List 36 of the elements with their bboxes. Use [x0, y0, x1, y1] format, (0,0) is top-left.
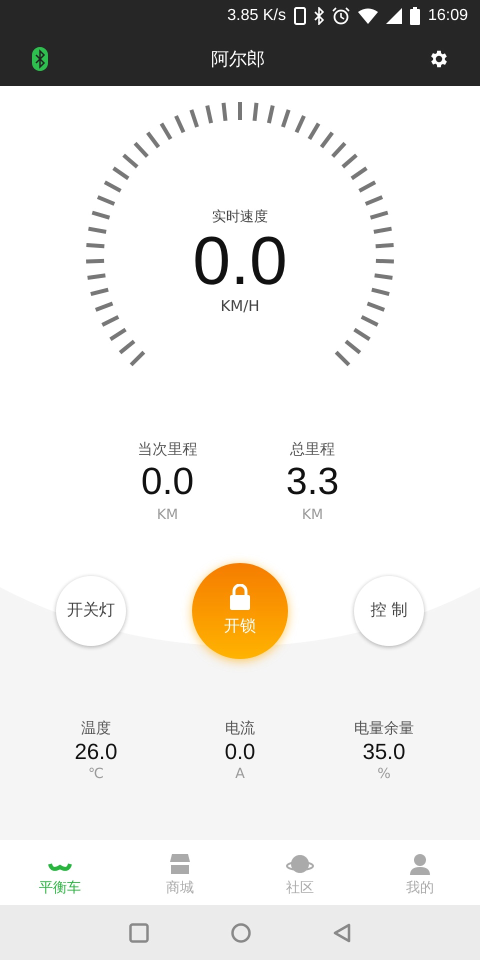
phone-icon	[294, 7, 306, 25]
alarm-clock-icon	[332, 7, 350, 25]
person-icon	[409, 853, 431, 875]
speed-value: 0.0	[192, 226, 288, 298]
trip-value: 0.0	[141, 460, 194, 505]
wifi-icon	[358, 8, 378, 24]
stat-unit: A	[235, 766, 245, 782]
app-title: 阿尔郎	[211, 48, 265, 71]
speed-label: 实时速度	[212, 208, 268, 226]
recents-icon[interactable]	[129, 922, 149, 942]
stat-label: 电量余量	[354, 718, 414, 738]
signal-icon	[386, 8, 402, 24]
trip-unit: KM	[156, 506, 178, 522]
speed-unit: KM/H	[220, 297, 260, 316]
stat-unit: %	[377, 766, 391, 782]
stat-value: 26.0	[74, 738, 118, 766]
stat-label: 温度	[81, 718, 111, 738]
stat-value: 0.0	[224, 738, 256, 766]
home-icon[interactable]	[231, 922, 251, 942]
planet-icon	[286, 853, 314, 875]
shop-icon	[169, 853, 191, 875]
lock-icon	[229, 584, 251, 610]
stat-value: 35.0	[362, 738, 406, 766]
trip-label: 总里程	[290, 440, 335, 459]
stat-label: 电流	[225, 718, 255, 738]
clock-time: 16:09	[428, 7, 468, 25]
trip-unit: KM	[302, 506, 324, 522]
battery-icon	[410, 7, 420, 25]
settings-icon[interactable]	[428, 48, 450, 70]
bluetooth-icon[interactable]	[32, 47, 48, 71]
trip-value: 3.3	[286, 460, 339, 505]
bluetooth-icon	[314, 7, 324, 25]
network-speed: 3.85 K/s	[227, 7, 286, 25]
stat-unit: ℃	[88, 766, 104, 782]
back-icon[interactable]	[333, 922, 351, 942]
trip-label: 当次里程	[138, 440, 198, 459]
